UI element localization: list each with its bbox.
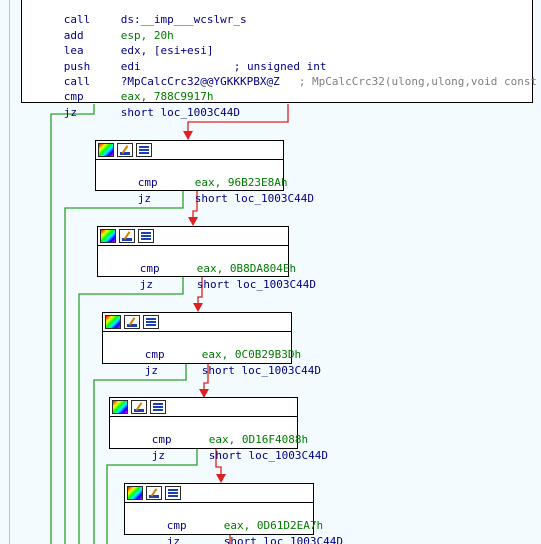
asm-line[interactable]: jz short loc_1003C44D bbox=[103, 347, 321, 377]
asm-line[interactable]: cmp eax, 96B23E8Ah bbox=[96, 160, 288, 189]
rename-pencil-icon[interactable] bbox=[131, 400, 147, 414]
asm-line[interactable]: add esp, 20h bbox=[22, 12, 532, 42]
asm-line[interactable]: jz short loc_1003C44D bbox=[110, 432, 328, 462]
graph-xrefs-icon[interactable] bbox=[143, 315, 159, 329]
color-palette-icon[interactable] bbox=[105, 315, 121, 329]
asm-line[interactable]: jz short loc_1003C44D bbox=[125, 518, 343, 544]
asm-line[interactable]: cmp eax, 0B8DA804Eh bbox=[98, 246, 296, 275]
asm-operand: short loc_1003C44D bbox=[201, 363, 321, 377]
asm-line[interactable]: jz short loc_1003C44D bbox=[22, 89, 532, 119]
arrowhead bbox=[183, 131, 193, 140]
graph-xrefs-icon[interactable] bbox=[150, 400, 166, 414]
code-block-5[interactable]: cmp eax, 0D61D2EA7h jz short loc_1003C44D bbox=[124, 483, 343, 544]
code-block-1[interactable]: cmp eax, 96B23E8Ah jz short loc_1003C44D bbox=[95, 140, 314, 205]
asm-line[interactable]: jz short loc_1003C44D bbox=[96, 175, 314, 205]
block-header bbox=[125, 484, 313, 503]
rename-pencil-icon[interactable] bbox=[146, 486, 162, 500]
color-palette-icon[interactable] bbox=[100, 229, 116, 243]
ida-graph-view[interactable]: call ds:__imp___wcslwr_s add esp, 20h lea e… bbox=[0, 0, 541, 544]
arrowhead bbox=[188, 217, 198, 226]
arrowhead bbox=[216, 474, 226, 483]
graph-xrefs-icon[interactable] bbox=[138, 229, 154, 243]
asm-line[interactable]: cmp eax, 788C9917h bbox=[22, 74, 532, 103]
code-block-2[interactable]: cmp eax, 0B8DA804Eh jz short loc_1003C44D bbox=[97, 226, 316, 291]
color-palette-icon[interactable] bbox=[112, 400, 128, 414]
rename-pencil-icon[interactable] bbox=[117, 143, 133, 157]
block-header bbox=[103, 313, 291, 332]
asm-operand: short loc_1003C44D bbox=[223, 534, 343, 544]
asm-line[interactable]: cmp eax, 0C0B29B3Dh bbox=[103, 332, 301, 361]
asm-mnemonic: jz bbox=[63, 105, 77, 119]
graph-xrefs-icon[interactable] bbox=[165, 486, 181, 500]
rename-pencil-icon[interactable] bbox=[124, 315, 140, 329]
block-header bbox=[98, 227, 288, 246]
asm-mnemonic: jz bbox=[139, 277, 153, 291]
asm-line[interactable]: push edi; unsigned int bbox=[22, 43, 532, 73]
code-block-4[interactable]: cmp eax, 0D16F4088h jz short loc_1003C44D bbox=[109, 397, 328, 462]
true-edge-top bbox=[50, 104, 95, 544]
code-block-3[interactable]: cmp eax, 0C0B29B3Dh jz short loc_1003C44D bbox=[102, 312, 321, 377]
block-header bbox=[96, 141, 283, 160]
asm-line[interactable]: cmp eax, 0D61D2EA7h bbox=[125, 503, 323, 532]
asm-mnemonic: jz bbox=[166, 534, 180, 544]
asm-operand: short loc_1003C44D bbox=[196, 277, 316, 291]
code-block-top[interactable]: call ds:__imp___wcslwr_s add esp, 20h lea e… bbox=[21, 0, 537, 119]
asm-line[interactable]: call ?MpCalcCrc32@@YGKKKPBX@Z; MpCalcCrc3… bbox=[22, 59, 537, 88]
color-palette-icon[interactable] bbox=[98, 143, 114, 157]
asm-mnemonic: jz bbox=[137, 191, 151, 205]
graph-xrefs-icon[interactable] bbox=[136, 143, 152, 157]
asm-mnemonic: jz bbox=[151, 448, 165, 462]
block-header bbox=[110, 398, 297, 417]
color-palette-icon[interactable] bbox=[127, 486, 143, 500]
asm-line[interactable]: cmp eax, 0D16F4088h bbox=[110, 417, 308, 446]
asm-line[interactable]: lea edx, [esi+esi] bbox=[22, 28, 532, 57]
asm-line[interactable]: call ds:__imp___wcslwr_s bbox=[22, 0, 532, 26]
asm-mnemonic: jz bbox=[144, 363, 158, 377]
asm-line[interactable]: jz short loc_1003C44D bbox=[98, 261, 316, 291]
arrowhead bbox=[193, 303, 203, 312]
asm-operand: short loc_1003C44D bbox=[194, 191, 314, 205]
asm-operand: short loc_1003C44D bbox=[120, 105, 240, 119]
rename-pencil-icon[interactable] bbox=[119, 229, 135, 243]
asm-operand: short loc_1003C44D bbox=[208, 448, 328, 462]
